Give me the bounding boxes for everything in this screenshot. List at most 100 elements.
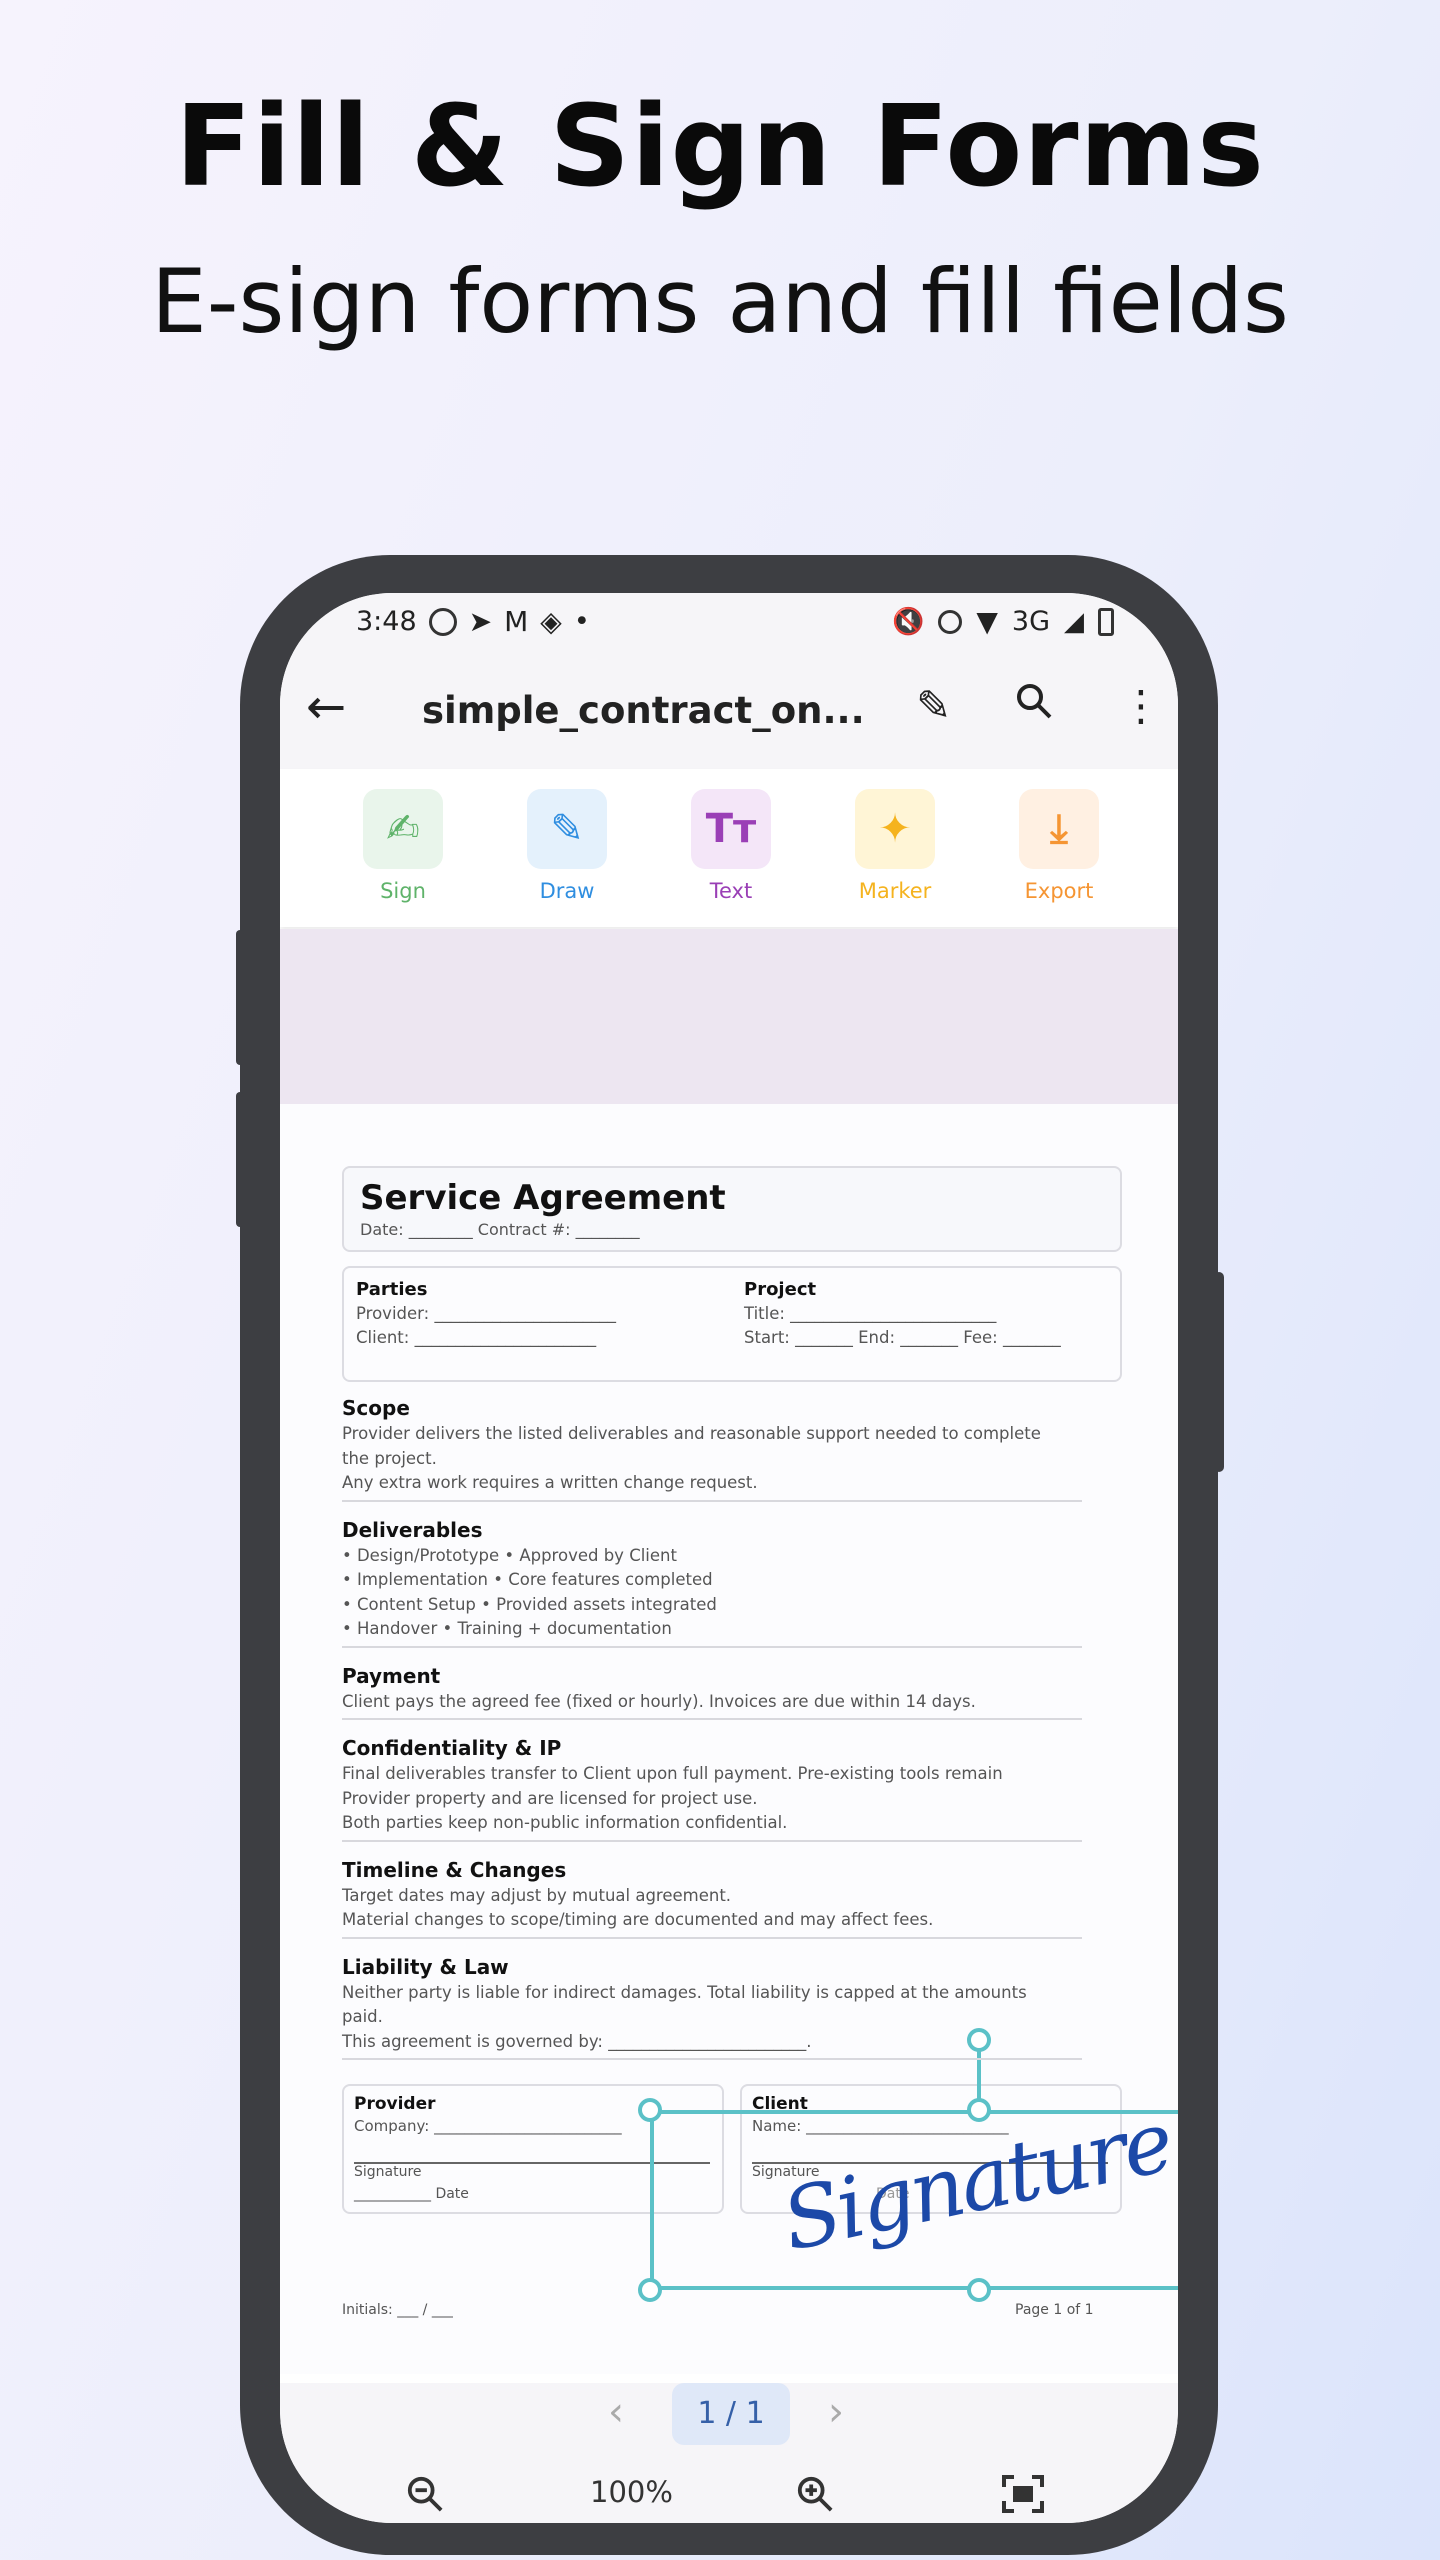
provider-date-label: ___________ Date [354, 2186, 469, 2202]
search-icon[interactable] [1014, 681, 1054, 731]
section-divider [342, 1839, 1082, 1842]
section-text: This agreement is governed by: _________… [342, 2031, 812, 2051]
tool-label: Marker [858, 879, 932, 903]
edit-pencil-icon[interactable]: ✎ [916, 681, 951, 730]
next-page-icon[interactable]: › [828, 2389, 844, 2435]
provider-box-heading: Provider [354, 2094, 436, 2114]
section-divider [342, 1645, 1082, 1648]
dnd-icon [938, 609, 963, 634]
doc-heading: Service Agreement [360, 1178, 726, 1218]
section-heading: Deliverables [342, 1517, 483, 1542]
section-text: • Design/Prototype • Approved by Client [342, 1545, 677, 1565]
zoom-in-icon[interactable] [796, 2475, 834, 2520]
section-text: • Content Setup • Provided assets integr… [342, 1594, 717, 1614]
tool-draw[interactable]: ✎ Draw [522, 789, 612, 903]
section-text: Target dates may adjust by mutual agreem… [342, 1885, 732, 1905]
section-text: Material changes to scope/timing are doc… [342, 1910, 934, 1929]
tool-label: Text [709, 879, 753, 903]
back-arrow-icon[interactable]: ← [306, 679, 346, 735]
power-button [1214, 1272, 1224, 1472]
resize-handle-bl[interactable] [638, 2278, 662, 2302]
parties-box [342, 1266, 1122, 1382]
project-dates-field[interactable]: Start: _______ End: _______ Fee: _______ [744, 1328, 1061, 1347]
tool-export[interactable]: ⤓ Export [1014, 789, 1104, 903]
section-heading: Payment [342, 1663, 441, 1688]
draw-pencil-icon: ✎ [527, 789, 607, 869]
section-heading: Liability & Law [342, 1954, 509, 1979]
section-text: Both parties keep non-public information… [342, 1813, 788, 1832]
fit-screen-icon[interactable] [1002, 2475, 1044, 2520]
tool-sign[interactable]: ✍ Sign [358, 789, 448, 903]
project-title-field[interactable]: Title: _________________________ [744, 1304, 996, 1323]
tool-label: Sign [380, 879, 426, 903]
volume-down-button [236, 1092, 244, 1227]
section-text: Client pays the agreed fee (fixed or hou… [342, 1691, 976, 1711]
sign-icon: ✍ [363, 789, 443, 869]
parties-heading: Parties [356, 1279, 428, 1300]
resize-handle-tl[interactable] [638, 2098, 662, 2122]
app-bar: ← simple_contract_on... ✎ ⋮ [280, 649, 1178, 769]
prev-page-icon[interactable]: ‹ [608, 2389, 624, 2435]
section-text: the project. [342, 1448, 437, 1468]
tool-marker[interactable]: ✦ Marker [850, 789, 940, 903]
document-page[interactable]: Service Agreement Date: ________ Contrac… [280, 1104, 1178, 2374]
tool-bar: ✍ Sign ✎ Draw Tт Text ✦ Marker ⤓ Export [280, 769, 1178, 927]
provider-signature-label: Signature [354, 2164, 422, 2180]
initials-field[interactable]: Initials: ___ / ___ [342, 2302, 453, 2318]
tool-text[interactable]: Tт Text [686, 789, 776, 903]
zoom-level: 100% [590, 2475, 673, 2509]
tool-label: Export [1024, 879, 1094, 903]
provider-field[interactable]: Provider: ______________________ [356, 1304, 616, 1323]
company-field[interactable]: Company: _________________________ [354, 2117, 622, 2135]
doc-header-fields: Date: ________ Contract #: ________ [360, 1220, 640, 1239]
telegram-icon: ➤ [468, 605, 493, 638]
network-label: 3G [1011, 606, 1050, 637]
gmail-icon: M [504, 605, 529, 638]
mute-icon: 🔇 [891, 606, 925, 637]
section-heading: Confidentiality & IP [342, 1736, 562, 1760]
section-text: Provider property and are licensed for p… [342, 1788, 758, 1808]
section-heading: Scope [342, 1396, 410, 1420]
zoom-out-icon[interactable] [406, 2475, 444, 2520]
export-download-icon: ⤓ [1019, 789, 1099, 869]
section-divider [342, 2058, 1082, 2060]
text-icon: Tт [691, 789, 771, 869]
section-heading: Timeline & Changes [342, 1857, 567, 1882]
hero-subtitle: E-sign forms and fill fields [151, 250, 1289, 353]
app-icon: ◈ [540, 605, 562, 638]
section-text: Neither party is liable for indirect dam… [342, 1982, 1027, 2002]
section-text: Any extra work requires a written change… [342, 1473, 758, 1492]
client-field[interactable]: Client: ______________________ [356, 1328, 596, 1347]
document-title: simple_contract_on... [422, 689, 865, 732]
section-text: Final deliverables transfer to Client up… [342, 1764, 1003, 1783]
phone-frame: 3:48 ➤ M ◈ • 🔇 ▼ 3G ◢ ← simple_contract_… [240, 555, 1218, 2555]
battery-icon [1098, 607, 1114, 636]
status-bar: 3:48 ➤ M ◈ • 🔇 ▼ 3G ◢ [280, 593, 1178, 649]
resize-handle-bc[interactable] [967, 2278, 991, 2302]
page-gap [280, 929, 1178, 1104]
bottom-bar: ‹ 1 / 1 › 100% [280, 2383, 1178, 2523]
marker-icon: ✦ [855, 789, 935, 869]
page-indicator[interactable]: 1 / 1 [672, 2383, 790, 2445]
section-text: • Implementation • Core features complet… [342, 1570, 713, 1589]
section-divider [342, 1936, 1082, 1939]
section-text: paid. [342, 2007, 383, 2026]
rotate-handle[interactable] [967, 2028, 991, 2052]
project-heading: Project [744, 1279, 817, 1300]
section-text: • Handover • Training + documentation [342, 1619, 672, 1638]
section-text: Provider delivers the listed deliverable… [342, 1424, 1041, 1443]
wifi-icon: ▼ [976, 605, 998, 638]
status-time: 3:48 [356, 606, 417, 637]
volume-up-button [236, 930, 244, 1065]
section-divider [342, 1499, 1082, 1502]
whatsapp-icon [428, 607, 457, 636]
hero-title: Fill & Sign Forms [175, 82, 1265, 212]
section-divider [342, 1718, 1082, 1720]
dot-icon: • [573, 606, 590, 637]
phone-screen: 3:48 ➤ M ◈ • 🔇 ▼ 3G ◢ ← simple_contract_… [280, 593, 1178, 2523]
signal-icon: ◢ [1064, 606, 1084, 637]
page-number-label: Page 1 of 1 [1015, 2302, 1094, 2318]
tool-label: Draw [539, 879, 595, 903]
resize-handle-tc[interactable] [967, 2098, 991, 2122]
more-vert-icon[interactable]: ⋮ [1120, 681, 1162, 730]
